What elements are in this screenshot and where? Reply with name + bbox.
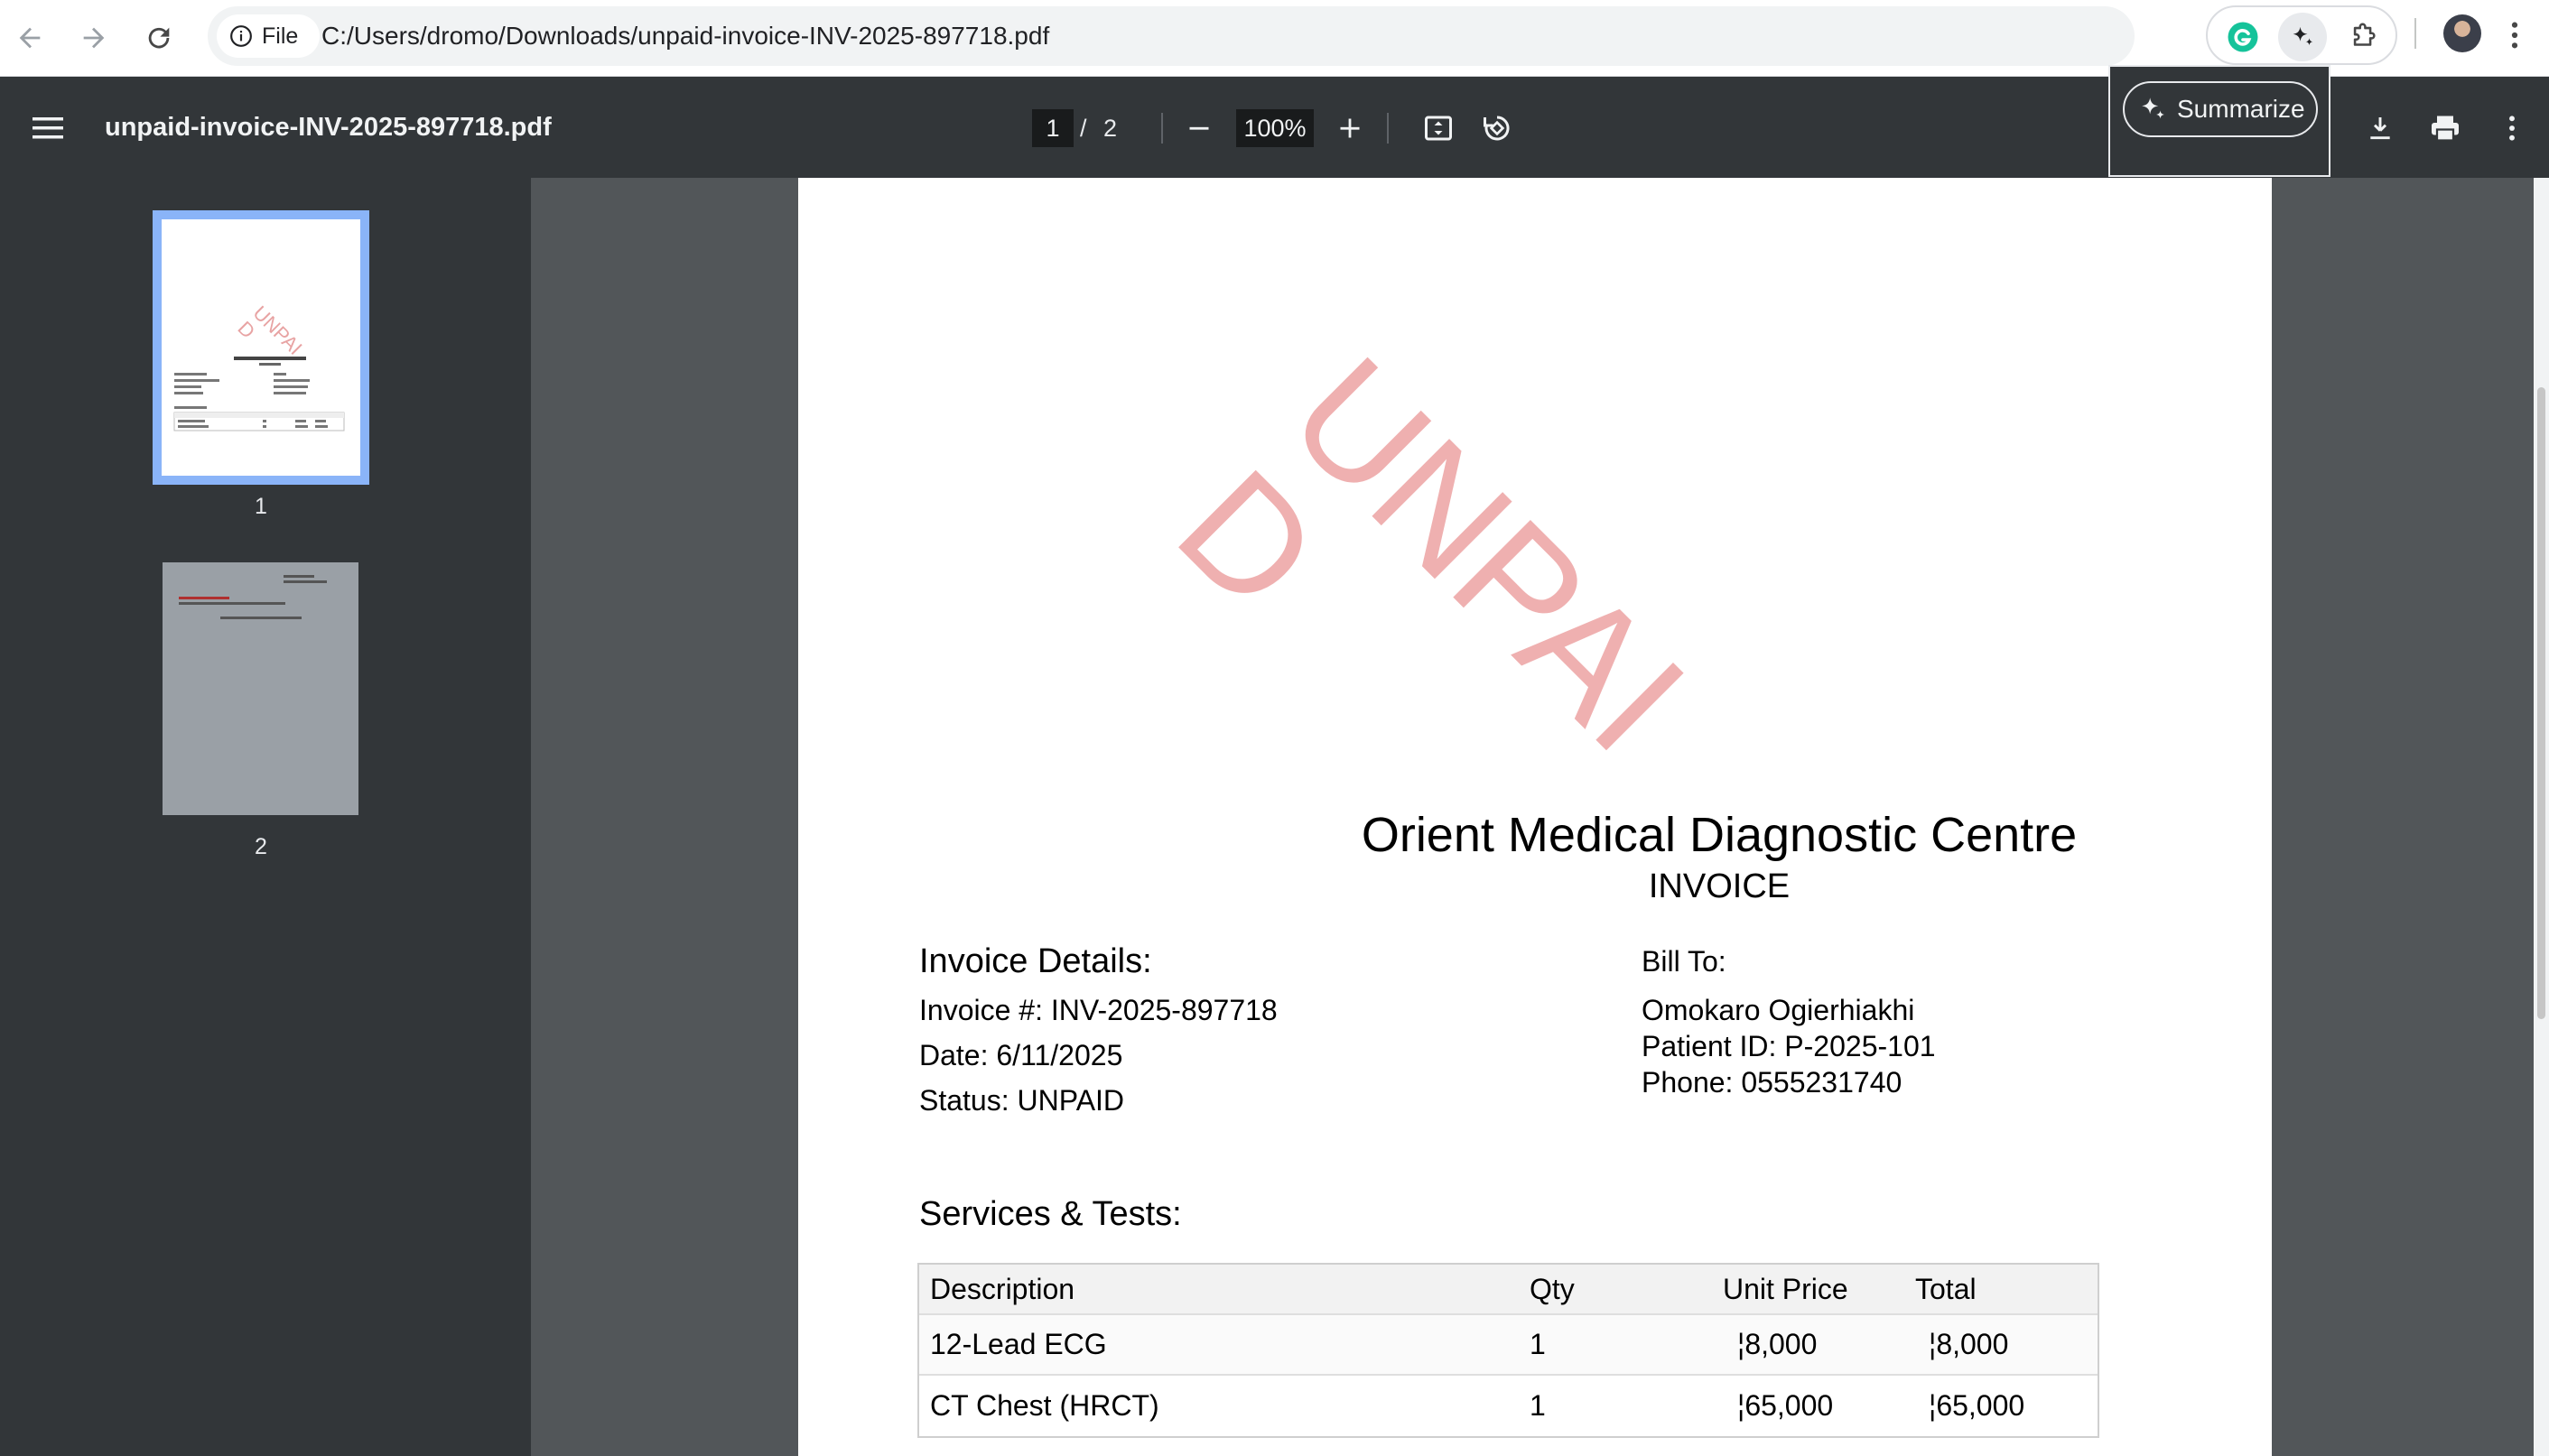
- column-header-unit-price: Unit Price: [1723, 1272, 1848, 1305]
- address-bar[interactable]: File C:/Users/dromo/Downloads/unpaid-inv…: [208, 6, 2345, 66]
- zoom-in-button[interactable]: [1327, 106, 1372, 151]
- extensions-group: [2206, 5, 2397, 65]
- extensions-button[interactable]: [2340, 13, 2388, 61]
- table-row: CT Chest (HRCT) 1 ¦65,000 ¦65,000: [919, 1376, 2098, 1436]
- hamburger-menu-icon: [33, 117, 63, 139]
- rotate-icon: [1484, 116, 1510, 141]
- toolbar-separator: [1387, 113, 1389, 144]
- fit-page-icon: [1425, 116, 1452, 141]
- table-row: 12-Lead ECG 1 ¦8,000 ¦8,000: [919, 1315, 2098, 1376]
- reload-icon: [148, 27, 170, 49]
- invoice-status: Status: UNPAID: [919, 1084, 1125, 1117]
- plus-icon: [1340, 118, 1360, 138]
- zoom-out-button[interactable]: [1177, 106, 1222, 151]
- row-description: 12-Lead ECG: [930, 1328, 1107, 1360]
- browser-menu-button[interactable]: [2497, 13, 2533, 58]
- thumbnail-label-1: 1: [255, 494, 267, 519]
- thumbnail-label-2: 2: [255, 834, 267, 859]
- invoice-date: Date: 6/11/2025: [919, 1039, 1123, 1071]
- fit-to-page-button[interactable]: [1416, 106, 1461, 151]
- row-total: ¦8,000: [1929, 1328, 2009, 1360]
- page-separator: /: [1080, 115, 1087, 142]
- rotate-button[interactable]: [1475, 106, 1520, 151]
- grammarly-icon: [2228, 22, 2258, 52]
- profile-avatar[interactable]: [2443, 14, 2481, 52]
- invoice-details-heading: Invoice Details:: [919, 942, 1152, 980]
- info-icon: [230, 25, 252, 47]
- row-total: ¦65,000: [1929, 1389, 2025, 1422]
- column-header-description: Description: [930, 1272, 1075, 1305]
- pdf-page: UNPAI D Orient Medical Diagnostic Centre…: [798, 178, 2272, 1456]
- download-icon: [2370, 117, 2390, 140]
- arrow-left-icon: [19, 27, 41, 49]
- sparkle-icon: [2293, 26, 2313, 46]
- summarize-button[interactable]: Summarize: [2123, 81, 2318, 137]
- scrollbar-thumb[interactable]: [2537, 387, 2545, 1019]
- grammarly-extension-button[interactable]: [2219, 13, 2267, 61]
- document-title: unpaid-invoice-INV-2025-897718.pdf: [105, 113, 552, 142]
- clinic-name: Orient Medical Diagnostic Centre: [1361, 808, 2078, 862]
- page-count: 2: [1103, 115, 1118, 142]
- page-1-preview: UNPAID: [162, 219, 360, 476]
- services-table: Description Qty Unit Price Total 12-Lead…: [917, 1263, 2099, 1438]
- patient-id: Patient ID: P-2025-101: [1642, 1030, 1936, 1062]
- invoice-number: Invoice #: INV-2025-897718: [919, 994, 1278, 1026]
- row-unit-price: ¦65,000: [1737, 1389, 1834, 1422]
- row-unit-price: ¦8,000: [1737, 1328, 1818, 1360]
- gemini-button[interactable]: [2278, 13, 2327, 61]
- url-text[interactable]: C:/Users/dromo/Downloads/unpaid-invoice-…: [321, 6, 1049, 66]
- minus-icon: [1189, 126, 1209, 130]
- toolbar-separator: [1161, 113, 1163, 144]
- thumbnail-sidebar: UNPAI D 1 2: [0, 178, 531, 1456]
- printer-icon: [2432, 116, 2459, 142]
- patient-name: Omokaro Ogierhiakhi: [1642, 994, 1915, 1026]
- row-qty: 1: [1530, 1328, 1546, 1360]
- site-info-chip[interactable]: File: [217, 14, 320, 58]
- more-actions-button[interactable]: [2489, 106, 2535, 151]
- zoom-level-input[interactable]: 100%: [1236, 109, 1314, 147]
- reload-button[interactable]: [134, 13, 184, 63]
- page-thumbnail-2[interactable]: [163, 562, 358, 815]
- site-chip-label: File: [262, 23, 299, 49]
- column-header-qty: Qty: [1530, 1272, 1575, 1305]
- sidebar-toggle-button[interactable]: [23, 104, 72, 153]
- back-button[interactable]: [5, 13, 55, 63]
- arrow-right-icon: [83, 27, 105, 49]
- page-2-preview: [179, 575, 327, 619]
- print-button[interactable]: [2423, 106, 2468, 151]
- bill-to-heading: Bill To:: [1642, 945, 1726, 978]
- patient-phone: Phone: 0555231740: [1642, 1066, 1902, 1099]
- page-thumbnail-1[interactable]: UNPAI D: [153, 210, 369, 485]
- puzzle-icon: [2353, 23, 2376, 46]
- download-button[interactable]: [2358, 106, 2403, 151]
- summarize-label: Summarize: [2177, 95, 2305, 123]
- more-vert-icon: [2511, 22, 2518, 49]
- summarize-panel: Summarize: [2108, 65, 2330, 177]
- more-vert-icon: [2509, 116, 2515, 141]
- toolbar-divider: [2414, 18, 2416, 49]
- row-description: CT Chest (HRCT): [930, 1389, 1159, 1422]
- services-heading: Services & Tests:: [919, 1195, 1182, 1233]
- sparkle-icon: [2142, 97, 2165, 119]
- row-qty: 1: [1530, 1389, 1546, 1422]
- vertical-scrollbar[interactable]: [2534, 178, 2549, 1456]
- page-number-input[interactable]: 1: [1032, 109, 1074, 147]
- table-header-row: Description Qty Unit Price Total: [919, 1265, 2098, 1315]
- document-type: INVOICE: [1648, 867, 1791, 905]
- column-header-total: Total: [1915, 1272, 1977, 1305]
- forward-button[interactable]: [69, 13, 119, 63]
